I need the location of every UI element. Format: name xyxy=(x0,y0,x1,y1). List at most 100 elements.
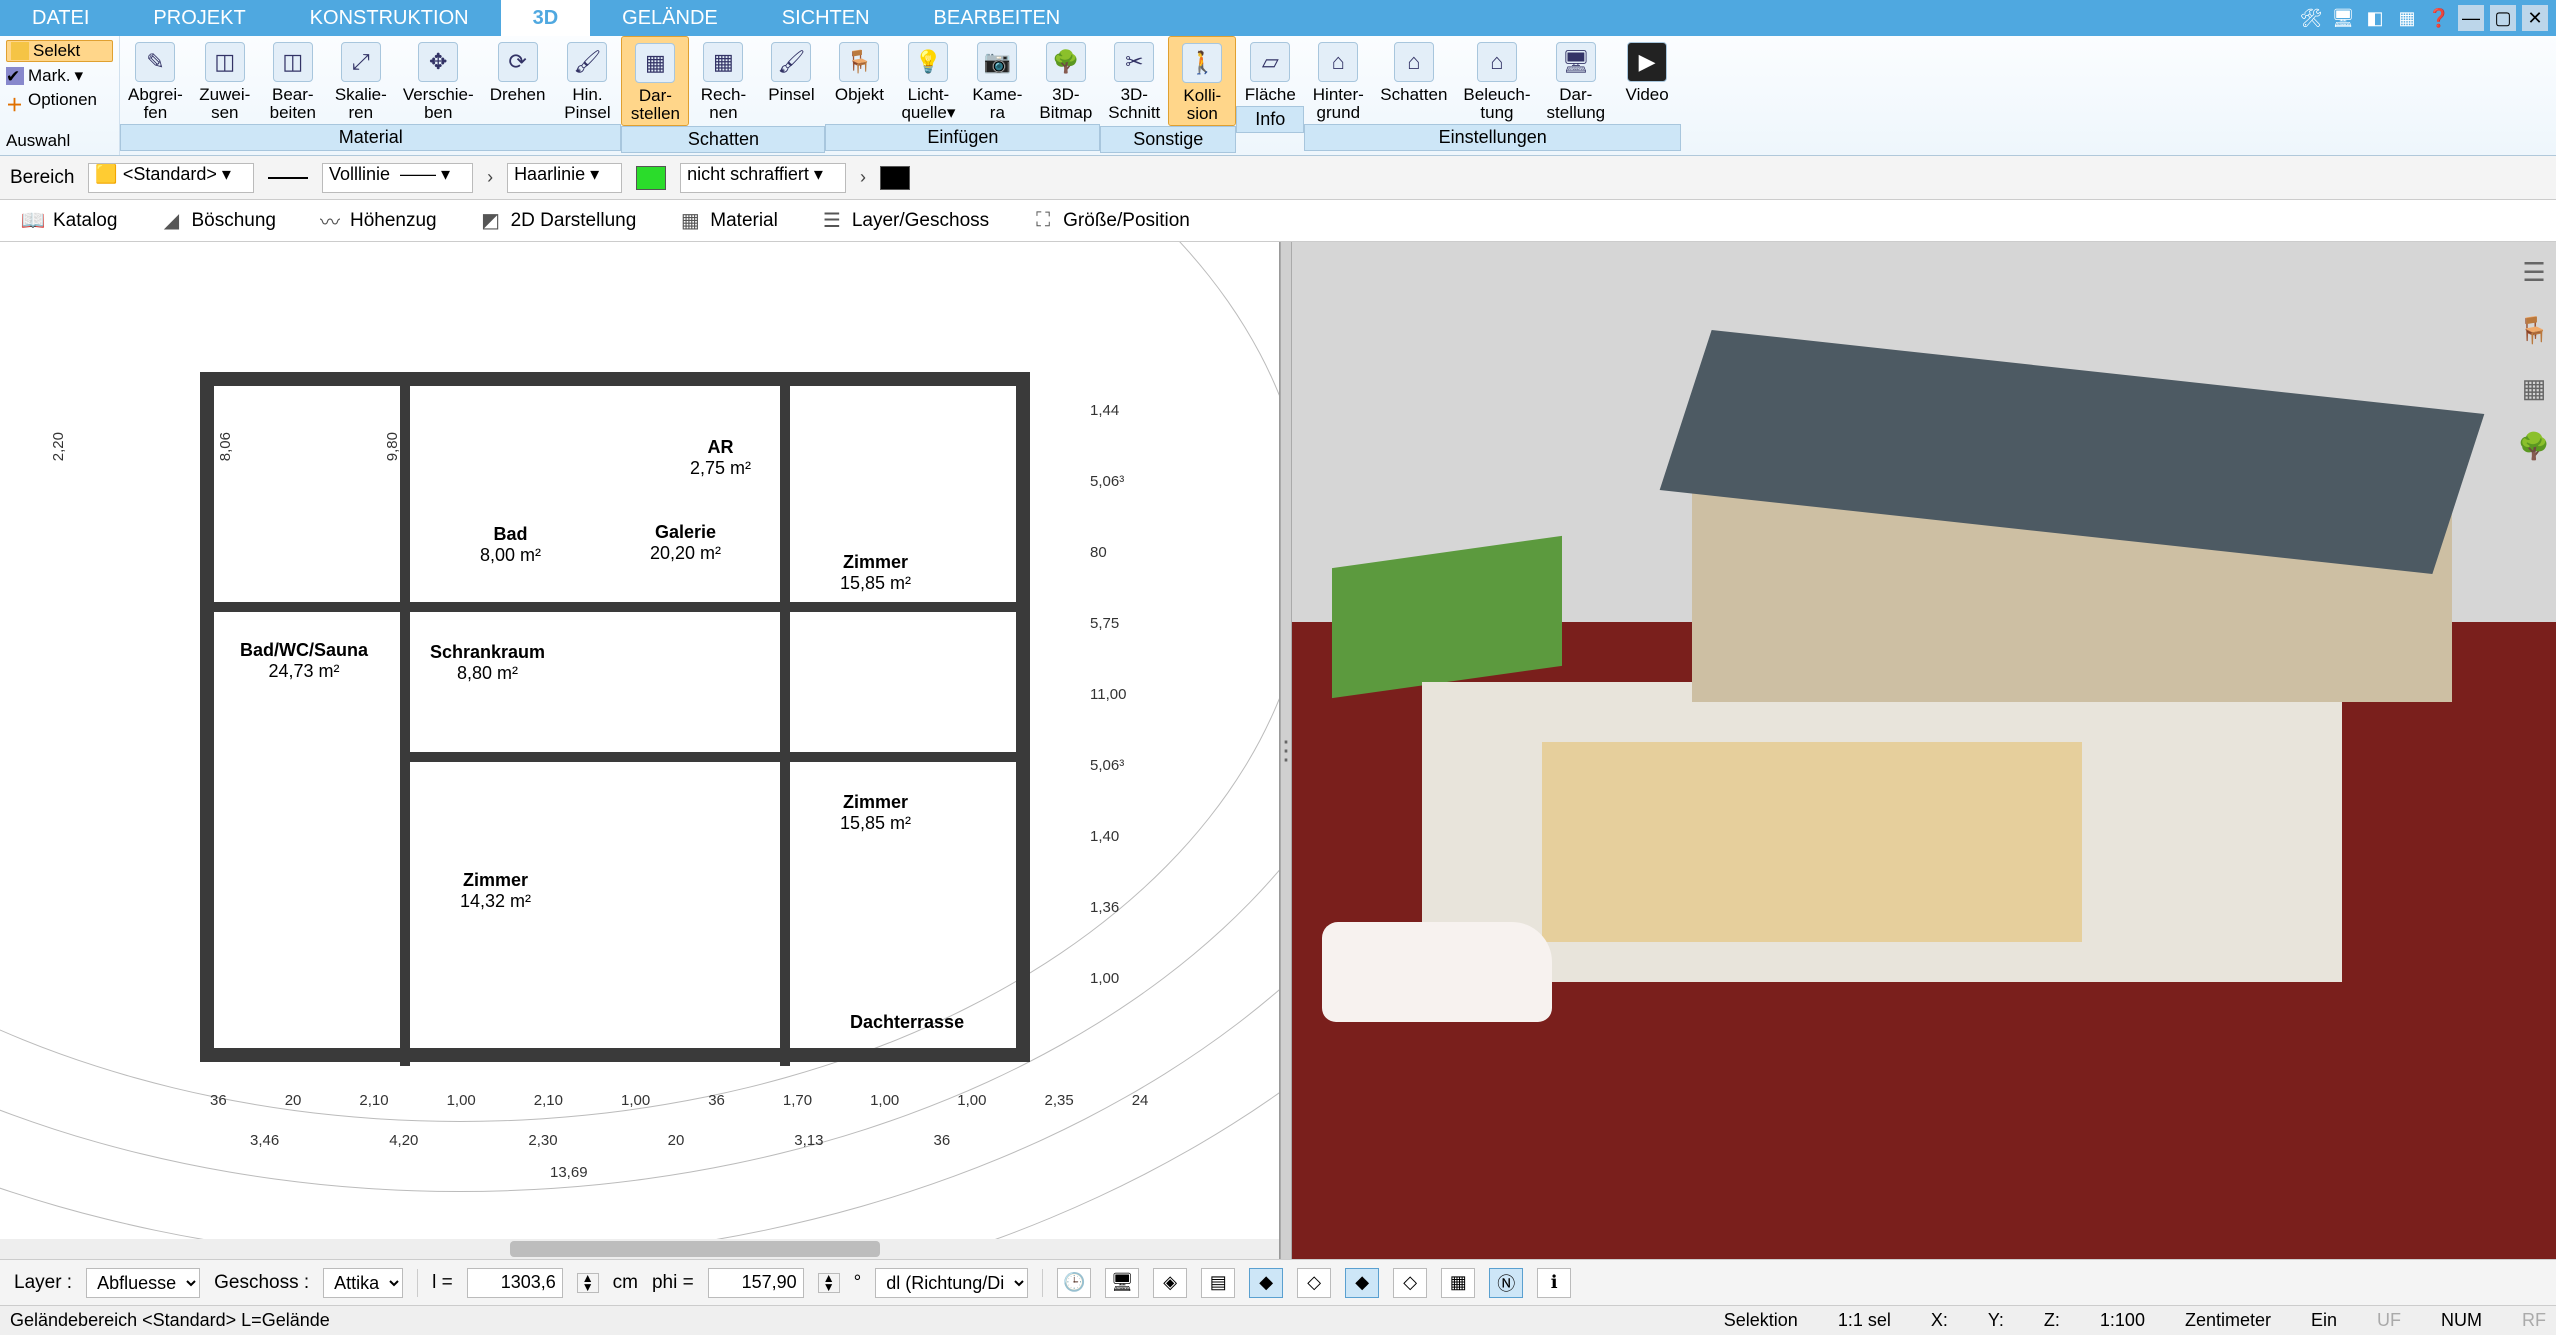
north-icon[interactable]: Ⓝ xyxy=(1489,1268,1523,1298)
group-info-label: Info xyxy=(1236,106,1304,133)
layers2-icon[interactable]: ▤ xyxy=(1201,1268,1235,1298)
phi-input[interactable] xyxy=(708,1268,804,1298)
objekt-button[interactable]: 🪑Objekt xyxy=(825,36,893,124)
layer-label: Layer : xyxy=(14,1272,72,1294)
geschoss-label: Geschoss : xyxy=(214,1272,309,1294)
abgreifen-button[interactable]: ✎Abgrei- fen xyxy=(120,36,191,124)
geschoss-select[interactable]: Attika xyxy=(323,1268,403,1298)
darstellung-button[interactable]: 🖥Dar- stellung xyxy=(1539,36,1614,124)
arrow-right: › xyxy=(487,167,493,188)
window-icon[interactable]: ◧ xyxy=(2362,5,2388,31)
3d-view-pane[interactable]: ☰ 🪑 ▦ 🌳 xyxy=(1292,242,2556,1259)
line-style-toolbar: Bereich 🟨 <Standard> ▾ Volllinie —— ▾ › … xyxy=(0,156,2556,200)
status-rf: RF xyxy=(2522,1310,2546,1331)
l-input[interactable] xyxy=(467,1268,563,1298)
groesse-position-tab[interactable]: ⛶Größe/Position xyxy=(1020,204,1201,238)
katalog-tab[interactable]: 📖Katalog xyxy=(10,204,128,238)
optionen-button[interactable]: ＋Optionen xyxy=(6,90,113,110)
verschieben-button[interactable]: ✥Verschie- ben xyxy=(395,36,482,124)
hoehenzug-tab[interactable]: 〰Höhenzug xyxy=(307,204,448,238)
restore-icon[interactable]: ▢ xyxy=(2490,5,2516,31)
3d-bitmap-button[interactable]: 🌳3D- Bitmap xyxy=(1031,36,1100,124)
tab-projekt[interactable]: PROJEKT xyxy=(121,0,277,36)
l-spin[interactable]: ▲▼ xyxy=(577,1273,599,1293)
ribbon: Selekt ✔Mark. ▾ ＋Optionen Auswahl ✎Abgre… xyxy=(0,36,2556,156)
bearbeiten-button[interactable]: ◫Bear- beiten xyxy=(259,36,327,124)
snap3-icon[interactable]: ◆ xyxy=(1345,1268,1379,1298)
help-icon[interactable]: ❓ xyxy=(2426,5,2452,31)
room-zimmer-3: Zimmer14,32 m² xyxy=(460,870,531,912)
l-label: l = xyxy=(432,1272,453,1294)
status-scale: 1:100 xyxy=(2100,1310,2145,1331)
zuweisen-button[interactable]: ◫Zuwei- sen xyxy=(191,36,259,124)
group-schatten: ▦Dar- stellen ▦Rech- nen 🖌Pinsel Schatte… xyxy=(621,36,825,155)
layout-icon[interactable]: ▦ xyxy=(2394,5,2420,31)
video-button[interactable]: ▶Video xyxy=(1613,36,1681,124)
snap4-icon[interactable]: ◇ xyxy=(1393,1268,1427,1298)
tools-icon[interactable]: 🛠 xyxy=(2298,5,2324,31)
line-color-swatch[interactable] xyxy=(636,166,666,190)
status-bar: Geländebereich <Standard> L=Gelände Sele… xyxy=(0,1305,2556,1335)
floorplan-pane[interactable]: Bad8,00 m² Bad/WC/Sauna24,73 m² Schrankr… xyxy=(0,242,1280,1259)
status-ein: Ein xyxy=(2311,1310,2337,1331)
hatch-color-swatch[interactable] xyxy=(880,166,910,190)
flaeche-button[interactable]: ▱Fläche xyxy=(1236,36,1304,106)
beleuchtung-button[interactable]: ⌂Beleuch- tung xyxy=(1455,36,1538,124)
2d-darstellung-tab[interactable]: ◩2D Darstellung xyxy=(468,204,648,238)
drehen-button[interactable]: ⟳Drehen xyxy=(482,36,554,124)
status-uf: UF xyxy=(2377,1310,2401,1331)
linetype-select[interactable]: Volllinie —— ▾ xyxy=(322,163,473,193)
monitor-icon[interactable]: 🖥 xyxy=(1105,1268,1139,1298)
layers-icon[interactable]: ☰ xyxy=(2514,252,2554,292)
layer-geschoss-tab[interactable]: ☰Layer/Geschoss xyxy=(809,204,1000,238)
info-icon[interactable]: ℹ xyxy=(1537,1268,1571,1298)
tab-datei[interactable]: DATEI xyxy=(0,0,121,36)
palette-icon[interactable]: ▦ xyxy=(2514,368,2554,408)
material-tab[interactable]: ▦Material xyxy=(667,204,789,238)
menu-bar: DATEI PROJEKT KONSTRUKTION 3D GELÄNDE SI… xyxy=(0,0,2556,36)
pane-splitter[interactable] xyxy=(1280,242,1292,1259)
snap2-icon[interactable]: ◇ xyxy=(1297,1268,1331,1298)
tree-icon[interactable]: 🌳 xyxy=(2514,426,2554,466)
minimize-icon[interactable]: — xyxy=(2458,5,2484,31)
mark-button[interactable]: ✔Mark. ▾ xyxy=(6,66,113,86)
bereich-select[interactable]: 🟨 <Standard> ▾ xyxy=(88,163,254,193)
tab-bearbeiten[interactable]: BEARBEITEN xyxy=(902,0,1093,36)
room-dachterrasse: Dachterrasse xyxy=(850,1012,964,1033)
grid-icon[interactable]: ▦ xyxy=(1441,1268,1475,1298)
selekt-button[interactable]: Selekt xyxy=(6,40,113,62)
snap1-icon[interactable]: ◆ xyxy=(1249,1268,1283,1298)
hintergrund-button[interactable]: ⌂Hinter- grund xyxy=(1304,36,1372,124)
screen-icon[interactable]: 🖥 xyxy=(2330,5,2356,31)
darstellen-button[interactable]: ▦Dar- stellen xyxy=(621,36,689,126)
furniture-icon[interactable]: 🪑 xyxy=(2514,310,2554,350)
schatten-button[interactable]: ⌂Schatten xyxy=(1372,36,1455,124)
status-unit: Zentimeter xyxy=(2185,1310,2271,1331)
group-schatten-label: Schatten xyxy=(621,126,825,153)
kamera-button[interactable]: 📷Kame- ra xyxy=(963,36,1031,124)
tab-3d[interactable]: 3D xyxy=(501,0,591,36)
group-einfuegen-label: Einfügen xyxy=(825,124,1100,151)
tab-konstruktion[interactable]: KONSTRUKTION xyxy=(278,0,501,36)
tab-gelaende[interactable]: GELÄNDE xyxy=(590,0,750,36)
lichtquelle-button[interactable]: 💡Licht- quelle▾ xyxy=(893,36,963,124)
3d-schnitt-button[interactable]: ✂3D- Schnitt xyxy=(1100,36,1168,126)
kollision-button[interactable]: 🚶Kolli- sion xyxy=(1168,36,1236,126)
cube-icon[interactable]: ◈ xyxy=(1153,1268,1187,1298)
rechnen-button[interactable]: ▦Rech- nen xyxy=(689,36,757,126)
group-auswahl: Auswahl xyxy=(6,131,113,151)
hin-pinsel-button[interactable]: 🖌Hin. Pinsel xyxy=(553,36,621,124)
boeschung-tab[interactable]: ◢Böschung xyxy=(148,204,287,238)
phi-spin[interactable]: ▲▼ xyxy=(818,1273,840,1293)
close-icon[interactable]: ✕ xyxy=(2522,5,2548,31)
hatch-select[interactable]: nicht schraffiert ▾ xyxy=(680,163,846,193)
layer-select[interactable]: Abfluesse xyxy=(86,1268,200,1298)
mode-select[interactable]: dl (Richtung/Di xyxy=(875,1268,1028,1298)
skalieren-button[interactable]: ⤢Skalie- ren xyxy=(327,36,395,124)
lineweight-select[interactable]: Haarlinie ▾ xyxy=(507,163,622,193)
tab-sichten[interactable]: SICHTEN xyxy=(750,0,902,36)
car-model xyxy=(1322,922,1552,1022)
horizontal-scrollbar[interactable] xyxy=(0,1239,1279,1259)
clock-icon[interactable]: 🕒 xyxy=(1057,1268,1091,1298)
pinsel-button[interactable]: 🖌Pinsel xyxy=(757,36,825,126)
